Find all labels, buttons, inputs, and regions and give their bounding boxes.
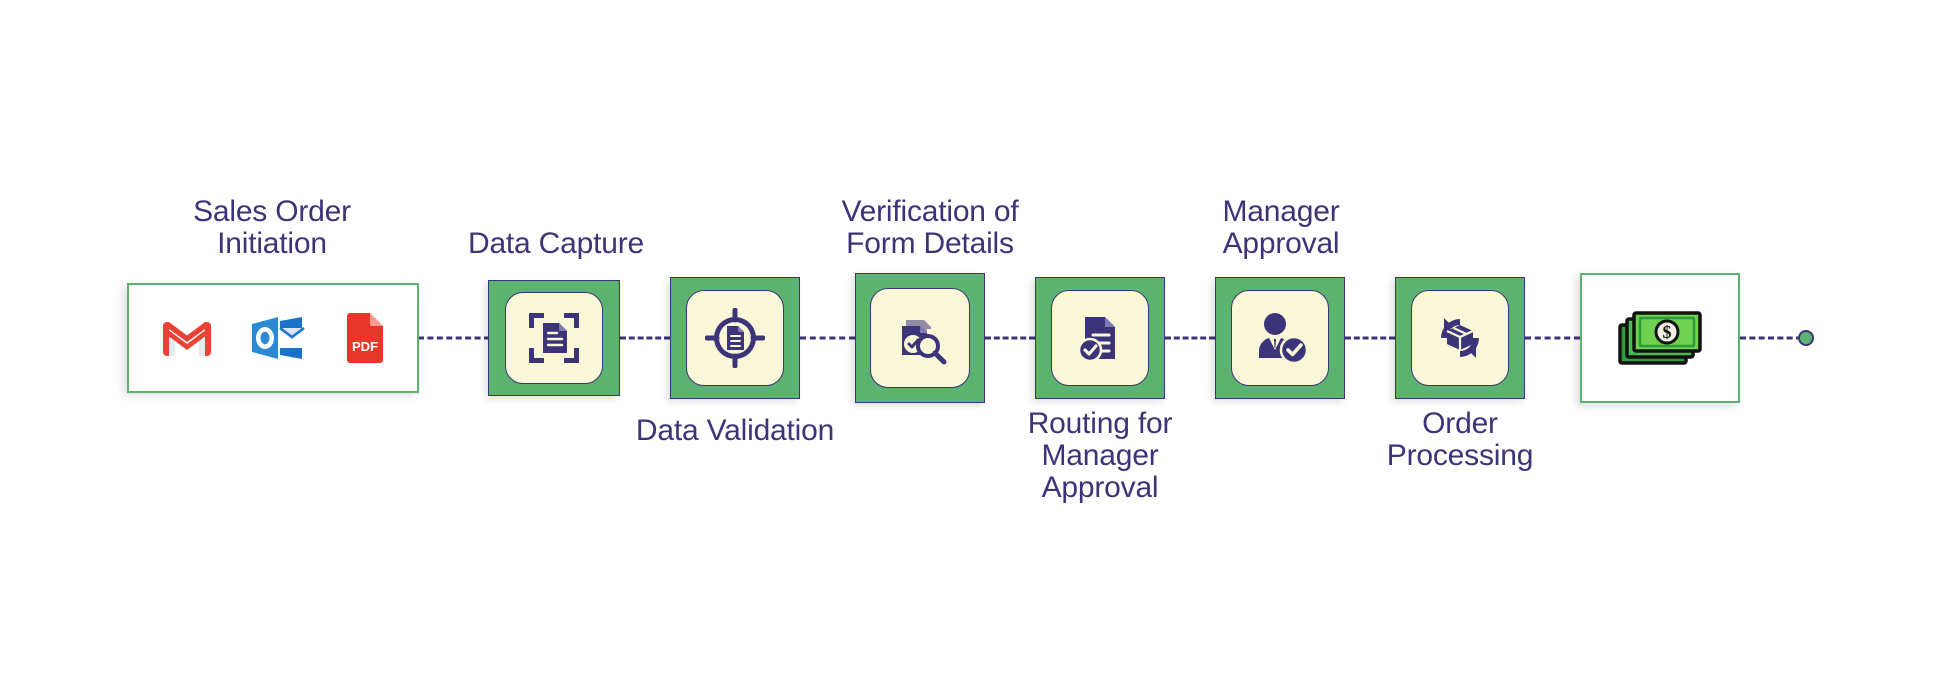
label-manager-approval: Manager Approval: [1222, 195, 1340, 260]
workflow-diagram: Sales Order Initiation PDF Data Capture …: [0, 0, 1950, 676]
svg-text:$: $: [1663, 322, 1672, 342]
document-search-check-icon: [890, 308, 950, 368]
connector-verification-to-routing: [985, 336, 1035, 340]
pdf-icon: PDF: [343, 313, 385, 363]
document-scan-icon: [525, 309, 583, 367]
connector-order-to-payment: [1525, 336, 1580, 340]
node-data-capture[interactable]: [488, 280, 620, 396]
node-sales-order-initiation[interactable]: PDF: [127, 283, 419, 393]
node-payment[interactable]: $: [1580, 273, 1740, 403]
node-verification-of-form-details[interactable]: [855, 273, 985, 403]
connector-routing-to-manager: [1165, 336, 1215, 340]
connector-payment-to-end: [1740, 336, 1802, 340]
node-routing-panel: [1051, 290, 1149, 386]
label-order-processing: Order Processing: [1386, 407, 1534, 472]
person-approved-icon: [1251, 310, 1309, 366]
document-target-icon: [705, 308, 765, 368]
flow-end-dot: [1798, 330, 1814, 346]
node-verification-panel: [870, 288, 970, 388]
node-data-validation[interactable]: [670, 277, 800, 399]
node-order-processing[interactable]: [1395, 277, 1525, 399]
outlook-icon: [250, 315, 306, 361]
node-manager-approval[interactable]: [1215, 277, 1345, 399]
connector-source-to-capture: [418, 336, 490, 340]
label-routing-for-manager-approval: Routing for Manager Approval: [1027, 407, 1173, 504]
node-manager-approval-panel: [1231, 290, 1329, 386]
money-stack-icon: $: [1614, 305, 1706, 371]
gmail-icon: [161, 318, 213, 358]
connector-capture-to-validation: [620, 336, 670, 340]
label-sales-order-initiation: Sales Order Initiation: [193, 195, 351, 260]
label-data-validation: Data Validation: [635, 414, 835, 447]
connector-manager-to-order: [1345, 336, 1395, 340]
node-data-capture-panel: [505, 292, 603, 384]
node-order-processing-panel: [1411, 290, 1509, 386]
document-approved-icon: [1071, 309, 1129, 367]
node-routing-for-manager-approval[interactable]: [1035, 277, 1165, 399]
label-data-capture: Data Capture: [467, 227, 645, 260]
node-data-validation-panel: [686, 290, 784, 386]
label-verification-of-form-details: Verification of Form Details: [841, 195, 1019, 260]
connector-validation-to-verification: [800, 336, 855, 340]
svg-text:PDF: PDF: [352, 339, 378, 354]
package-refresh-icon: [1431, 309, 1489, 367]
